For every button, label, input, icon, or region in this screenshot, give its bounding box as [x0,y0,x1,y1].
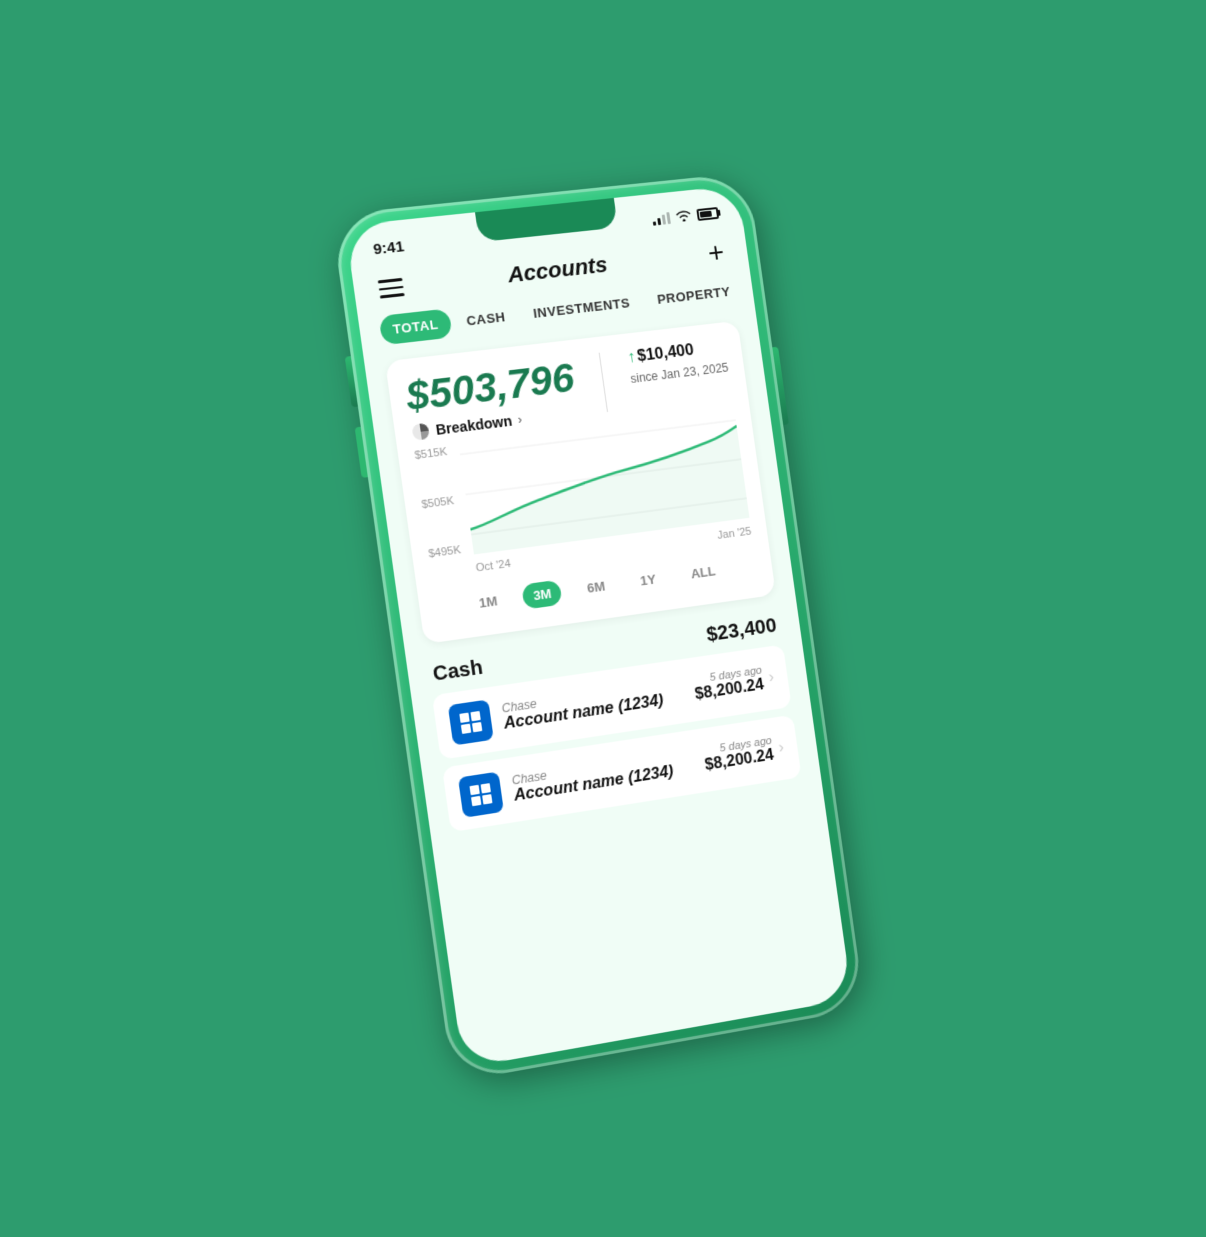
breakdown-pie-icon [410,421,431,441]
chart-y-labels: $515K $505K $495K [414,445,462,559]
chart-x-label-start: Oct '24 [475,557,511,574]
cash-section-total: $23,400 [705,614,778,646]
summary-card: $503,796 Breakdown › [385,320,776,643]
battery-icon [696,206,719,220]
up-arrow-icon: ↑ [626,348,636,366]
account-info-2: Chase Account name (1234) [511,746,695,805]
tab-cash[interactable]: CASH [452,300,519,336]
account-balance-info-1: 5 days ago $8,200.24 [692,664,765,704]
chase-logo-2 [458,771,504,817]
account-right-2: 5 days ago $8,200.24 › [702,733,786,775]
status-icons [652,205,720,227]
chart-x-label-end: Jan '25 [717,525,752,541]
account-balance-info-2: 5 days ago $8,200.24 [702,734,775,774]
wifi-icon [675,208,693,224]
cash-section-title: Cash [432,656,485,686]
signal-icon [652,212,671,226]
breakdown-label: Breakdown [435,412,513,437]
card-left: $503,796 Breakdown › [403,356,580,442]
card-divider [598,352,607,411]
phone-screen: 9:41 [345,185,852,1068]
account-chevron-1: › [768,668,776,686]
account-right-1: 5 days ago $8,200.24 › [692,662,776,703]
account-info-1: Chase Account name (1234) [501,675,685,733]
time-btn-3m[interactable]: 3M [522,579,563,609]
time-btn-6m[interactable]: 6M [575,572,616,602]
hamburger-menu-button[interactable] [378,278,405,298]
time-btn-1m[interactable]: 1M [467,586,509,616]
page-title: Accounts [506,251,609,288]
time-btn-all[interactable]: ALL [679,557,726,588]
change-info: ↑$10,400 since Jan 23, 2025 [626,338,729,388]
chart-y-label-mid: $505K [421,495,455,511]
breakdown-chevron-icon: › [517,412,523,426]
phone-frame: 9:41 [331,172,865,1082]
chart-y-label-low: $495K [428,544,462,560]
app-content: Accounts + TOTAL CASH INVESTMENTS PRO [351,227,821,842]
account-chevron-2: › [777,739,785,757]
add-account-button[interactable]: + [706,238,726,267]
time-btn-1y[interactable]: 1Y [629,565,668,594]
phone-device: 9:41 [331,172,865,1082]
chase-logo-1 [448,699,494,745]
chart-y-label-high: $515K [414,445,448,461]
status-time: 9:41 [372,237,405,257]
